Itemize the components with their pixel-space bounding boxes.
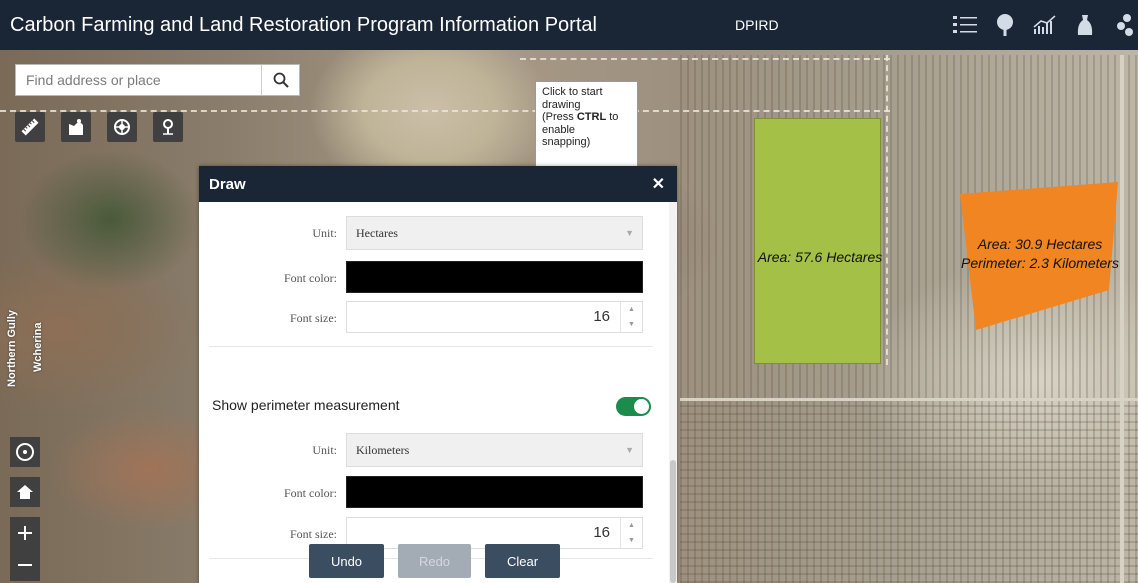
- area-font-size-label: Font size:: [290, 311, 337, 325]
- redo-button[interactable]: Redo: [398, 544, 471, 578]
- tooltip-line: enable: [542, 123, 576, 136]
- tooltip-line: Click to start: [542, 86, 603, 98]
- perimeter-unit-label: Unit:: [312, 443, 337, 457]
- stepper-down-icon[interactable]: ▼: [621, 317, 642, 332]
- header-toolbar: [950, 10, 1138, 40]
- draw-panel: Draw ✕ Unit: Hectares ▼ Font color: Font…: [199, 166, 677, 583]
- undo-button[interactable]: Undo: [309, 544, 384, 578]
- tooltip-text: to: [606, 111, 619, 123]
- locate-icon: [163, 119, 173, 135]
- ruler-icon: [21, 118, 39, 136]
- compass-icon: [16, 443, 34, 461]
- org-label: DPIRD: [735, 17, 779, 33]
- map-tool-row: [15, 112, 183, 142]
- boundary-line: [520, 58, 890, 60]
- tooltip-line: snapping): [542, 136, 591, 148]
- area-unit-label: Unit:: [312, 226, 337, 240]
- draw-icon: [69, 119, 83, 135]
- road-horizontal: [680, 398, 1138, 401]
- panel-scrollbar[interactable]: [669, 202, 677, 583]
- clear-button[interactable]: Clear: [485, 544, 560, 578]
- search-widget: [15, 64, 300, 96]
- area-font-color-label: Font color:: [284, 271, 337, 285]
- perimeter-toggle-row: Show perimeter measurement: [199, 394, 669, 418]
- list-icon[interactable]: [950, 10, 980, 40]
- tooltip-key: CTRL: [576, 111, 607, 123]
- app-title: Carbon Farming and Land Restoration Prog…: [10, 13, 597, 36]
- search-input[interactable]: [16, 65, 262, 95]
- area-font-size-row: Font size: 16 ▲ ▼: [199, 301, 669, 335]
- bookmark-icon: [114, 119, 130, 135]
- app-header: Carbon Farming and Land Restoration Prog…: [0, 0, 1138, 50]
- panel-header: Draw ✕: [199, 166, 677, 202]
- field-texture-lower: [680, 400, 1138, 583]
- area-font-size-stepper: ▲ ▼: [620, 302, 642, 332]
- home-icon: [17, 485, 33, 499]
- zoom-in-button[interactable]: [10, 517, 40, 549]
- chart-icon[interactable]: [1030, 10, 1060, 40]
- toggle-knob: [634, 399, 649, 414]
- tooltip-text: (Press: [542, 111, 577, 123]
- panel-actions: Undo Redo Clear: [199, 544, 669, 578]
- area-unit-value: Hectares: [356, 226, 398, 240]
- area-unit-row: Unit: Hectares ▼: [199, 216, 669, 250]
- divider: [209, 346, 653, 347]
- close-icon[interactable]: ✕: [652, 174, 665, 194]
- draw-tooltip: Click to start drawing (Press CTRL to en…: [535, 81, 638, 168]
- perimeter-toggle-label: Show perimeter measurement: [212, 397, 400, 413]
- perimeter-unit-value: Kilometers: [356, 443, 410, 457]
- tree-icon[interactable]: [990, 10, 1020, 40]
- minus-icon: [18, 564, 32, 566]
- perimeter-font-size-label: Font size:: [290, 527, 337, 541]
- area-font-size-value: 16: [593, 308, 610, 325]
- zoom-out-button[interactable]: [10, 549, 40, 581]
- panel-body: Unit: Hectares ▼ Font color: Font size: …: [199, 202, 669, 583]
- search-icon: [273, 72, 289, 88]
- perimeter-unit-select[interactable]: Kilometers ▼: [346, 433, 643, 467]
- draw-button[interactable]: [61, 112, 91, 142]
- drawn-polygon-green[interactable]: [754, 118, 881, 364]
- area-font-color-picker[interactable]: [346, 261, 643, 293]
- bookmark-button[interactable]: [107, 112, 137, 142]
- chevron-down-icon: ▼: [625, 228, 634, 238]
- locate-button[interactable]: [153, 112, 183, 142]
- road-labels: Northern Gully Wcherina: [4, 292, 50, 387]
- road-label: Northern Gully: [6, 309, 18, 387]
- area-unit-select[interactable]: Hectares ▼: [346, 216, 643, 250]
- map-nav-controls: [10, 437, 40, 581]
- layers-icon[interactable]: [1110, 10, 1138, 40]
- perimeter-toggle-switch[interactable]: [616, 397, 651, 416]
- perimeter-font-color-picker[interactable]: [346, 476, 643, 508]
- perimeter-font-color-label: Font color:: [284, 486, 337, 500]
- chevron-down-icon: ▼: [625, 445, 634, 455]
- scrollbar-thumb[interactable]: [670, 460, 676, 583]
- area-font-color-row: Font color:: [199, 261, 669, 295]
- perimeter-font-size-value: 16: [593, 524, 610, 541]
- bag-icon[interactable]: [1070, 10, 1100, 40]
- polygon-area-label: Area: 30.9 Hectares: [977, 236, 1103, 252]
- polygon-measure-label: Area: 30.9 Hectares Perimeter: 2.3 Kilom…: [942, 235, 1138, 273]
- compass-button[interactable]: [10, 437, 40, 467]
- tooltip-line: drawing: [542, 98, 581, 111]
- area-font-size-input[interactable]: 16 ▲ ▼: [346, 301, 643, 333]
- polygon-perimeter-label: Perimeter: 2.3 Kilometers: [961, 255, 1119, 271]
- boundary-line: [886, 55, 888, 365]
- measure-button[interactable]: [15, 112, 45, 142]
- panel-title: Draw: [209, 175, 246, 193]
- home-button[interactable]: [10, 477, 40, 507]
- polygon-area-label: Area: 57.6 Hectares: [757, 249, 883, 265]
- plus-icon: [18, 526, 32, 540]
- zoom-controls: [10, 517, 40, 581]
- perimeter-font-color-row: Font color:: [199, 476, 669, 510]
- tooltip-line: (Press CTRL to: [542, 111, 631, 124]
- search-button[interactable]: [261, 65, 299, 95]
- perimeter-unit-row: Unit: Kilometers ▼: [199, 433, 669, 467]
- road-label: Wcherina: [32, 322, 44, 372]
